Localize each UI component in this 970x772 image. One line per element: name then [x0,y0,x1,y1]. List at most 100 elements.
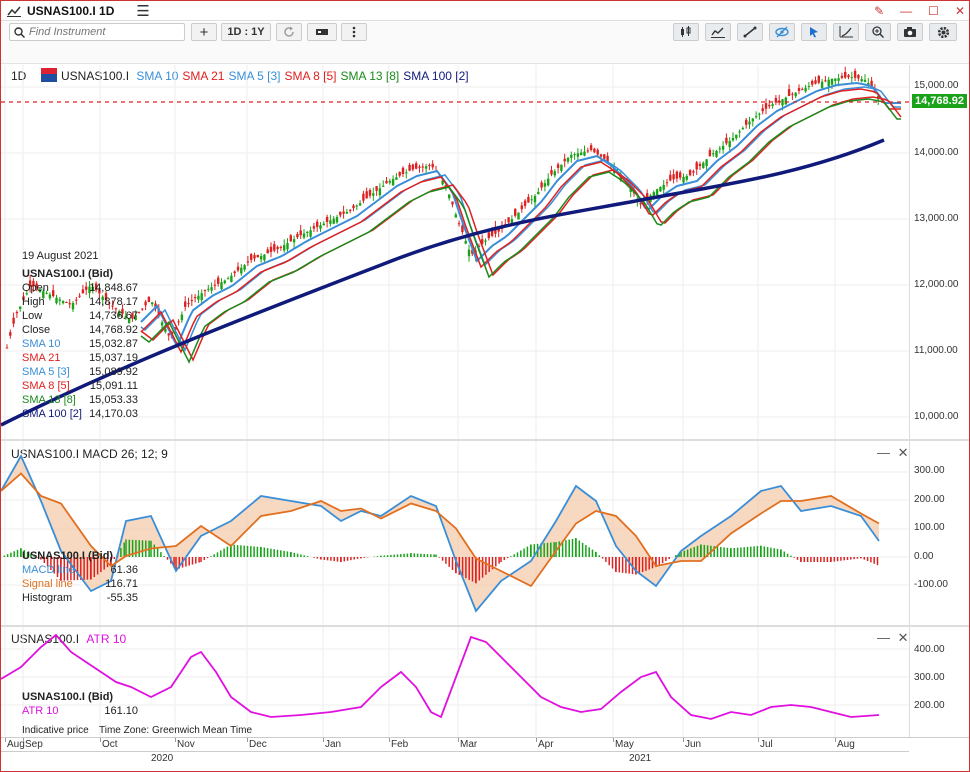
candle-body [824,80,827,82]
chart-type-icon[interactable] [307,23,337,41]
candle-body [682,176,685,183]
candle-body [827,79,830,87]
indicators-icon[interactable] [705,23,731,41]
candle-body [428,164,431,166]
candle-body [741,128,745,130]
candle-body [372,193,375,196]
sma-13-line [140,98,901,364]
candle-body [335,217,339,223]
candle-body [467,249,471,257]
minimize-icon[interactable]: — [900,4,912,18]
period-button[interactable]: 1D : 1Y [221,23,271,41]
candle-body [593,148,596,153]
month-label: Nov [177,739,195,750]
zoom-icon[interactable] [865,23,891,41]
y-tick-label: 10,000.00 [914,411,959,422]
settings-icon[interactable] [929,23,957,41]
search-input[interactable] [29,26,179,38]
candle-body [415,163,418,169]
candle-body [144,301,147,306]
candle-body [329,220,332,224]
info-value: 15,089.92 [89,366,138,378]
title-bar: USNAS100.I 1D ☰ ✎ — ☐ ✕ [1,1,969,21]
month-tick [613,738,614,742]
add-button[interactable]: + [191,23,217,41]
drawing-icon[interactable] [737,23,763,41]
month-label: Mar [460,739,478,750]
y-tick-label: 400.00 [914,644,945,655]
candle-body [735,134,738,139]
close-icon[interactable]: ✕ [955,4,965,18]
atr-chart[interactable] [1,627,909,737]
candle-body [312,226,316,229]
candle-body [672,174,675,180]
camera-icon[interactable] [897,23,923,41]
candle-body [523,200,527,206]
search-box[interactable] [9,23,185,41]
month-tick [175,738,176,742]
candle-body [398,172,401,176]
year-divider [1,751,909,752]
info-key: SMA 21 [22,352,61,364]
candle-body [715,150,718,157]
candle-body [662,184,665,190]
visibility-icon[interactable] [769,23,795,41]
candle-body [292,239,296,243]
candle-body [283,245,286,251]
candle-body [220,282,223,290]
candle-body [804,87,807,92]
y-tick-label: 100.00 [914,522,945,533]
candle-body [395,177,398,180]
candles-icon[interactable] [673,23,699,41]
candle-body [345,212,349,214]
info-key: SMA 8 [5] [22,380,70,392]
window-title: USNAS100.I 1D [27,3,115,18]
candle-body [589,145,593,151]
info-row: Histogram -55.35 [22,591,138,605]
candle-body [570,154,573,158]
candle-body [540,182,543,188]
candle-body [167,333,170,336]
candle-body [197,295,200,300]
more-icon[interactable] [341,23,367,41]
candle-body [322,223,325,226]
y-tick-label: 200.00 [914,700,945,711]
candle-body [266,249,269,254]
time-axis[interactable] [1,737,969,771]
maximize-icon[interactable]: ☐ [928,4,939,18]
candle-body [137,311,141,313]
candle-body [15,311,19,314]
candle-body [184,301,187,307]
candle-body [286,243,289,250]
candle-body [781,99,784,106]
pin-icon[interactable]: ✎ [874,4,884,18]
candle-body [193,296,197,299]
candle-body [12,317,15,324]
refresh-icon[interactable] [276,23,302,41]
candle-body [817,76,820,83]
candle-body [388,180,391,183]
month-label: Jun [685,739,702,750]
trendline-icon[interactable] [833,23,859,41]
hamburger-icon[interactable]: ☰ [136,2,149,20]
candle-body [860,79,863,82]
y-tick-label: 300.00 [914,672,945,683]
month-tick [835,738,836,742]
candle-body [863,79,867,82]
info-key: MACD line [22,564,75,576]
info-value: 14,768.92 [89,324,138,336]
info-value: 14,848.67 [89,282,138,294]
candle-body [362,193,365,201]
info-row: SMA 21 15,037.19 [22,351,138,365]
candle-body [801,89,804,91]
month-tick [247,738,248,742]
cursor-icon[interactable] [801,23,827,41]
candle-body [253,255,256,259]
atr-info-value: 161.10 [104,705,138,717]
candle-body [731,138,735,141]
candle-body [652,192,655,197]
candle-body [669,174,672,181]
candle-body [319,225,322,229]
candle-body [550,169,553,175]
info-key: Open [22,282,49,294]
